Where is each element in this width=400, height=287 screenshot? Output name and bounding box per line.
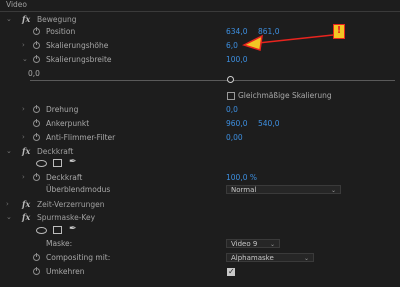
ellipse-mask-icon[interactable]: [36, 227, 47, 234]
pen-tool-icon[interactable]: ✒: [69, 225, 77, 234]
stopwatch-icon[interactable]: [33, 133, 40, 141]
umkehren-label: Umkehren: [46, 267, 85, 276]
section-bewegung-title: Bewegung: [37, 15, 77, 24]
stopwatch-icon[interactable]: [33, 105, 40, 113]
gleichmaessig-checkbox[interactable]: [227, 92, 235, 100]
section-spurmaske-title: Spurmaske-Key: [37, 213, 96, 222]
chevron-down-icon[interactable]: ⌄: [6, 14, 12, 24]
ueberblendmodus-dropdown[interactable]: Normal ⌄: [226, 185, 341, 194]
annotation-marker: !: [333, 24, 345, 39]
rectangle-mask-icon[interactable]: [53, 159, 62, 167]
ankerpunkt-x-value[interactable]: 960,0: [226, 119, 247, 129]
chevron-right-icon[interactable]: ›: [6, 199, 9, 209]
compositing-label: Compositing mit:: [46, 253, 111, 262]
stopwatch-icon[interactable]: [33, 41, 40, 49]
position-label: Position: [46, 27, 76, 36]
section-deckkraft-title: Deckkraft: [37, 147, 74, 156]
scale-slider-track[interactable]: [30, 80, 395, 81]
stopwatch-icon[interactable]: [33, 119, 40, 127]
deckkraft-label: Deckkraft: [46, 173, 83, 182]
ueberblendmodus-value: Normal: [231, 186, 257, 194]
annotation-arrowhead: [242, 34, 263, 51]
stopwatch-icon[interactable]: [33, 27, 40, 35]
slider-min-label: 0,0: [28, 69, 40, 78]
chevron-right-icon[interactable]: ›: [22, 132, 25, 142]
chevron-down-icon[interactable]: ⌄: [22, 54, 28, 64]
rectangle-mask-icon[interactable]: [53, 226, 62, 234]
stopwatch-icon[interactable]: [33, 55, 40, 63]
skalierungsbreite-value[interactable]: 100,0: [226, 55, 247, 65]
fx-icon[interactable]: fx: [22, 212, 30, 222]
antiflimmer-value[interactable]: 0,00: [226, 133, 243, 143]
drehung-label: Drehung: [46, 105, 79, 114]
scale-slider-thumb[interactable]: [227, 76, 234, 83]
stopwatch-icon[interactable]: [33, 173, 40, 181]
maske-dropdown[interactable]: Video 9 ⌄: [226, 239, 280, 248]
chevron-down-icon: ⌄: [303, 255, 309, 262]
chevron-down-icon: ⌄: [330, 187, 336, 194]
ankerpunkt-label: Ankerpunkt: [46, 119, 90, 128]
chevron-down-icon[interactable]: ⌄: [6, 146, 12, 156]
umkehren-checkbox[interactable]: [227, 267, 235, 276]
chevron-right-icon[interactable]: ›: [22, 104, 25, 114]
ankerpunkt-y-value[interactable]: 540,0: [258, 119, 279, 129]
chevron-down-icon[interactable]: ⌄: [6, 212, 12, 222]
antiflimmer-label: Anti-Flimmer-Filter: [46, 133, 116, 142]
ueberblendmodus-label: Überblendmodus: [46, 185, 111, 194]
fx-icon[interactable]: fx: [22, 146, 30, 156]
section-zeit-title: Zeit-Verzerrungen: [37, 200, 105, 209]
drehung-value[interactable]: 0,0: [226, 105, 238, 115]
maske-label: Maske:: [46, 239, 73, 248]
fx-icon[interactable]: fx: [22, 14, 30, 24]
stopwatch-icon[interactable]: [33, 267, 40, 275]
skalierungshoehe-label: Skalierungshöhe: [46, 41, 109, 50]
chevron-down-icon: ⌄: [269, 241, 275, 248]
chevron-right-icon[interactable]: ›: [22, 40, 25, 50]
deckkraft-value[interactable]: 100,0 %: [226, 173, 257, 183]
fx-icon[interactable]: fx: [22, 199, 30, 209]
compositing-value: Alphamaske: [231, 254, 274, 262]
ellipse-mask-icon[interactable]: [36, 160, 47, 167]
stopwatch-icon[interactable]: [33, 253, 40, 261]
annotation-arrow-line: [257, 34, 334, 44]
maske-value: Video 9: [231, 240, 258, 248]
chevron-right-icon[interactable]: ›: [22, 172, 25, 182]
panel-title: Video: [6, 0, 28, 9]
annotation-arrow: [242, 34, 334, 51]
divider: [0, 11, 400, 12]
gleichmaessig-label: Gleichmäßige Skalierung: [238, 91, 332, 100]
compositing-dropdown[interactable]: Alphamaske ⌄: [226, 253, 314, 262]
skalierungsbreite-label: Skalierungsbreite: [46, 55, 112, 64]
pen-tool-icon[interactable]: ✒: [69, 158, 77, 167]
